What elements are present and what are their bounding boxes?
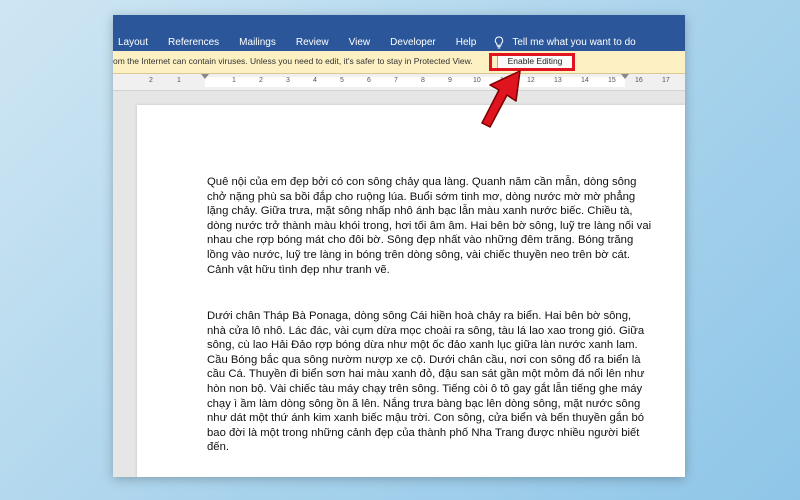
title-bar bbox=[113, 15, 685, 29]
tab-view[interactable]: View bbox=[339, 37, 381, 48]
tab-developer[interactable]: Developer bbox=[380, 37, 446, 48]
ruler-label: 5 bbox=[340, 77, 344, 84]
protected-view-bar: om the Internet can contain viruses. Unl… bbox=[113, 51, 685, 74]
ruler-label: 13 bbox=[554, 77, 562, 84]
tell-me-label: Tell me what you want to do bbox=[512, 36, 636, 48]
paragraph[interactable]: Dưới chân Tháp Bà Ponaga, dòng sông Cái … bbox=[207, 309, 653, 455]
tab-mailings[interactable]: Mailings bbox=[229, 37, 286, 48]
ruler-label: 1 bbox=[177, 77, 181, 84]
ruler-label: 4 bbox=[313, 77, 317, 84]
ruler-label: 8 bbox=[421, 77, 425, 84]
ruler-label: 9 bbox=[448, 77, 452, 84]
word-window: Layout References Mailings Review View D… bbox=[113, 15, 685, 477]
document-page[interactable]: Quê nội của em đẹp bởi có con sông chảy … bbox=[137, 105, 685, 477]
tab-layout[interactable]: Layout bbox=[113, 37, 158, 48]
protected-view-message: om the Internet can contain viruses. Unl… bbox=[113, 56, 473, 66]
ruler-label: 6 bbox=[367, 77, 371, 84]
ruler-label: 15 bbox=[608, 77, 616, 84]
ruler-label: 2 bbox=[149, 77, 153, 84]
ruler-label: 2 bbox=[259, 77, 263, 84]
tab-references[interactable]: References bbox=[158, 37, 229, 48]
ruler-text-area bbox=[205, 77, 625, 87]
ruler-label: 14 bbox=[581, 77, 589, 84]
ruler-label: 3 bbox=[286, 77, 290, 84]
red-arrow-pointer bbox=[481, 70, 521, 128]
tell-me-search[interactable]: Tell me what you want to do bbox=[486, 35, 636, 49]
ruler-label: 17 bbox=[662, 77, 670, 84]
right-indent-marker[interactable] bbox=[621, 74, 629, 79]
tab-help[interactable]: Help bbox=[446, 37, 487, 48]
paragraph[interactable]: Quê nội của em đẹp bởi có con sông chảy … bbox=[207, 175, 653, 277]
ruler-label: 1 bbox=[232, 77, 236, 84]
ruler: 2 1 1 2 3 4 5 6 7 8 9 10 11 12 13 14 15 … bbox=[113, 74, 685, 91]
left-indent-marker[interactable] bbox=[201, 74, 209, 79]
tab-review[interactable]: Review bbox=[286, 37, 339, 48]
ribbon: Layout References Mailings Review View D… bbox=[113, 15, 685, 51]
ruler-label: 7 bbox=[394, 77, 398, 84]
ribbon-tabs: Layout References Mailings Review View D… bbox=[113, 33, 636, 51]
lightbulb-icon bbox=[495, 35, 504, 48]
ruler-label: 16 bbox=[635, 77, 643, 84]
